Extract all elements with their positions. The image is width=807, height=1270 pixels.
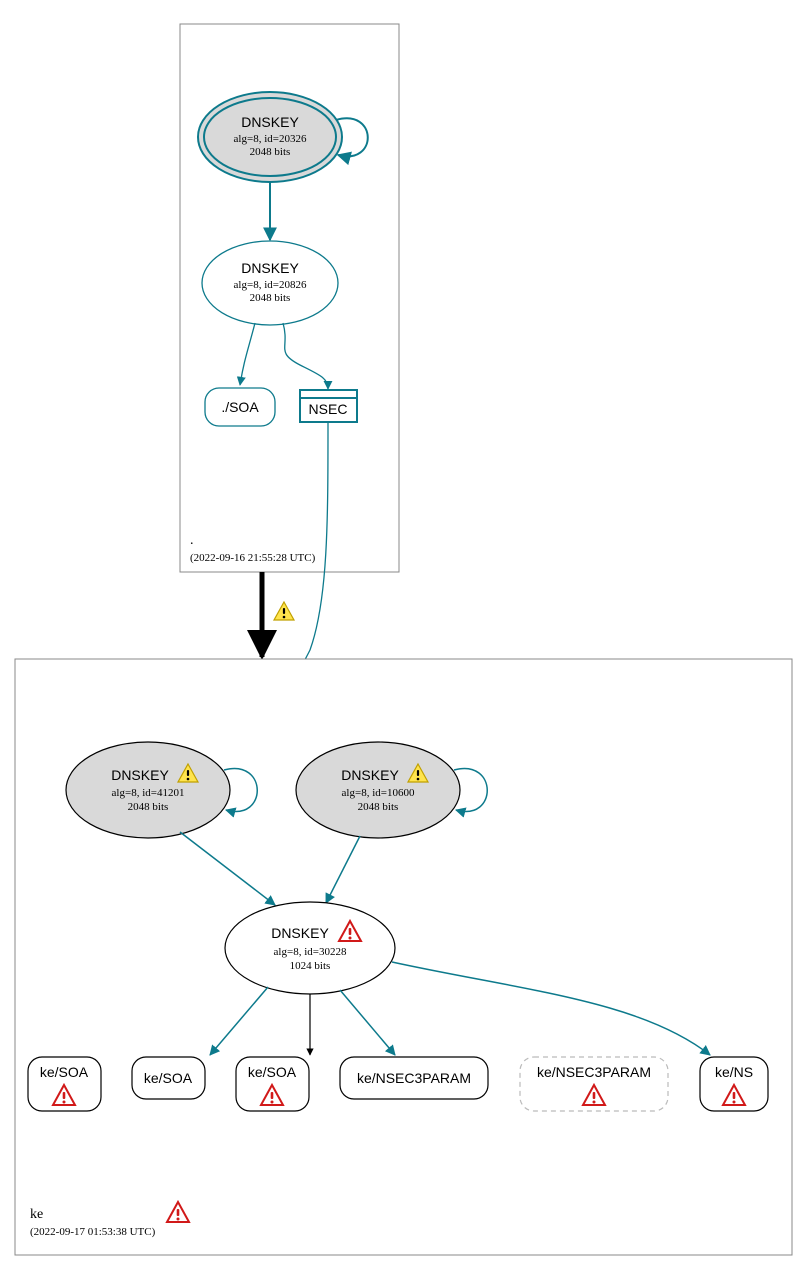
root-ksk-node: DNSKEY alg=8, id=20326 2048 bits xyxy=(198,92,342,182)
svg-text:NSEC: NSEC xyxy=(309,401,348,417)
svg-text:2048 bits: 2048 bits xyxy=(358,801,399,813)
svg-text:2048 bits: 2048 bits xyxy=(128,801,169,813)
svg-text:ke/NSEC3PARAM: ke/NSEC3PARAM xyxy=(357,1070,471,1086)
root-nsec-node: NSEC xyxy=(300,390,357,422)
root-zsk-node: DNSKEY alg=8, id=20826 2048 bits xyxy=(202,241,338,325)
svg-text:ke/SOA: ke/SOA xyxy=(144,1070,193,1086)
svg-text:alg=8, id=30228: alg=8, id=30228 xyxy=(274,946,347,958)
svg-text:ke/SOA: ke/SOA xyxy=(248,1064,297,1080)
svg-text:2048 bits: 2048 bits xyxy=(250,292,291,304)
ke-zone: ke (2022-09-17 01:53:38 UTC) DNSKEY alg=… xyxy=(15,659,792,1255)
root-zone-label: . xyxy=(190,533,194,548)
svg-text:DNSKEY: DNSKEY xyxy=(241,260,299,276)
svg-text:2048 bits: 2048 bits xyxy=(250,146,291,158)
svg-text:alg=8, id=20826: alg=8, id=20826 xyxy=(234,279,307,291)
ke-ksk2-node: DNSKEY alg=8, id=10600 2048 bits xyxy=(296,742,460,838)
ke-n3p2-node: ke/NSEC3PARAM xyxy=(520,1057,668,1111)
svg-text:ke/SOA: ke/SOA xyxy=(40,1064,89,1080)
ke-zone-label: ke xyxy=(30,1207,43,1222)
delegation-warning-icon xyxy=(274,602,294,620)
root-zone-timestamp: (2022-09-16 21:55:28 UTC) xyxy=(190,552,316,564)
ke-soa1-node: ke/SOA xyxy=(28,1057,101,1111)
ke-n3p1-node: ke/NSEC3PARAM xyxy=(340,1057,488,1099)
svg-text:DNSKEY: DNSKEY xyxy=(111,767,169,783)
svg-text:ke/NS: ke/NS xyxy=(715,1064,753,1080)
ke-soa2-node: ke/SOA xyxy=(132,1057,205,1099)
svg-text:DNSKEY: DNSKEY xyxy=(341,767,399,783)
svg-text:DNSKEY: DNSKEY xyxy=(241,114,299,130)
svg-text:alg=8, id=20326: alg=8, id=20326 xyxy=(234,133,307,145)
svg-text:DNSKEY: DNSKEY xyxy=(271,925,329,941)
svg-text:./SOA: ./SOA xyxy=(221,399,259,415)
svg-text:1024 bits: 1024 bits xyxy=(290,960,331,972)
ke-ns-node: ke/NS xyxy=(700,1057,768,1111)
ke-zone-timestamp: (2022-09-17 01:53:38 UTC) xyxy=(30,1226,156,1238)
root-zone: . (2022-09-16 21:55:28 UTC) DNSKEY alg=8… xyxy=(180,24,399,572)
svg-text:ke/NSEC3PARAM: ke/NSEC3PARAM xyxy=(537,1064,651,1080)
ke-soa3-node: ke/SOA xyxy=(236,1057,309,1111)
ke-ksk1-node: DNSKEY alg=8, id=41201 2048 bits xyxy=(66,742,230,838)
root-soa-node: ./SOA xyxy=(205,388,275,426)
svg-text:alg=8, id=10600: alg=8, id=10600 xyxy=(342,787,415,799)
svg-text:alg=8, id=41201: alg=8, id=41201 xyxy=(112,787,185,799)
ke-zsk-node: DNSKEY alg=8, id=30228 1024 bits xyxy=(225,902,395,994)
